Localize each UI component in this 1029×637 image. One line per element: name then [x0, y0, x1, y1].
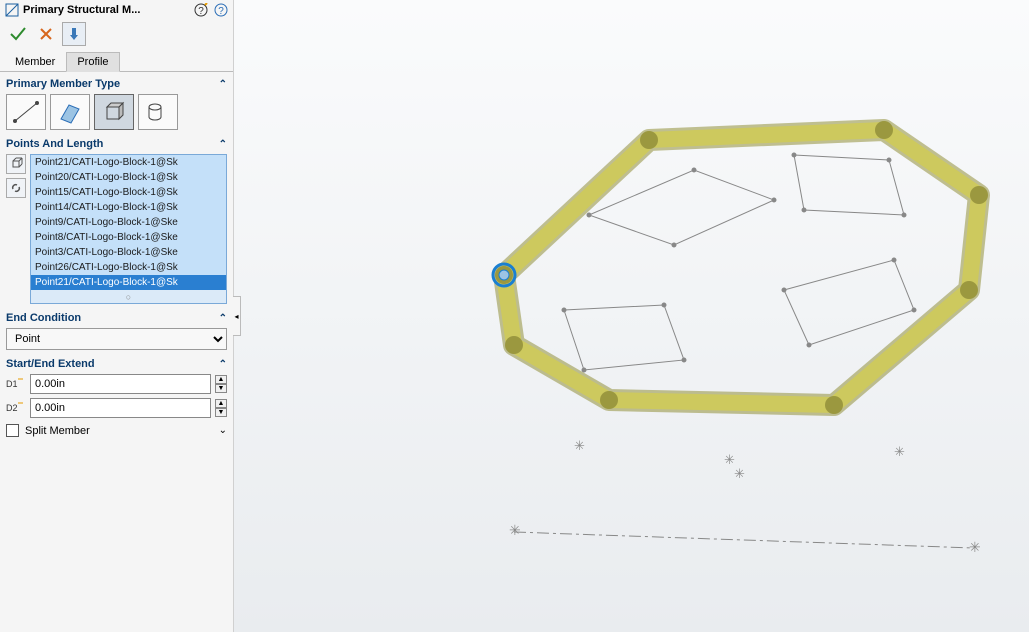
confirm-row — [0, 20, 233, 48]
chevron-up-icon: ⌃ — [219, 313, 227, 324]
d1-up-button[interactable]: ▲ — [215, 375, 227, 384]
panel-collapse-handle[interactable]: ◂ — [233, 296, 241, 336]
structural-octagon[interactable] — [493, 121, 988, 414]
split-member-row[interactable]: Split Member ⌄ — [0, 420, 233, 441]
chevron-up-icon: ⌃ — [219, 139, 227, 150]
svg-text:?: ? — [218, 6, 224, 17]
d1-icon: D1 — [6, 376, 26, 393]
svg-text:✳: ✳ — [894, 444, 905, 459]
structural-member-icon — [4, 2, 20, 18]
cancel-button[interactable] — [34, 22, 58, 46]
list-item[interactable]: Point20/CATI-Logo-Block-1@Sk — [31, 170, 226, 185]
tabs: Member Profile — [0, 52, 233, 72]
member-type-buttons — [0, 92, 233, 132]
d2-down-button[interactable]: ▼ — [215, 408, 227, 417]
list-resize-handle[interactable]: ○ — [31, 290, 226, 304]
end-condition-select[interactable]: Point — [6, 328, 227, 350]
chevron-down-icon: ⌄ — [219, 425, 227, 436]
help-tooltip-icon[interactable]: ? — [193, 2, 209, 18]
svg-text:✳: ✳ — [734, 466, 745, 481]
list-item[interactable]: Point21/CATI-Logo-Block-1@Sk — [31, 275, 226, 290]
list-item[interactable]: Point9/CATI-Logo-Block-1@Ske — [31, 215, 226, 230]
d1-input[interactable] — [30, 374, 211, 394]
panel-title: Primary Structural M... — [23, 4, 193, 16]
section-extend-label: Start/End Extend — [6, 358, 95, 370]
section-member-type-label: Primary Member Type — [6, 78, 120, 90]
member-type-cylinder-button[interactable] — [138, 94, 178, 130]
pin-button[interactable] — [62, 22, 86, 46]
link-icon[interactable] — [6, 178, 26, 198]
cube-icon[interactable] — [6, 154, 26, 174]
list-item[interactable]: Point14/CATI-Logo-Block-1@Sk — [31, 200, 226, 215]
d1-down-button[interactable]: ▼ — [215, 384, 227, 393]
ok-button[interactable] — [6, 22, 30, 46]
svg-text:✳: ✳ — [509, 522, 521, 538]
chevron-up-icon: ⌃ — [219, 359, 227, 370]
points-list[interactable]: Point21/CATI-Logo-Block-1@Sk Point20/CAT… — [30, 154, 227, 304]
member-type-line-button[interactable] — [6, 94, 46, 130]
svg-text:D2: D2 — [6, 403, 18, 413]
section-end-condition-label: End Condition — [6, 312, 81, 324]
section-points-header[interactable]: Points And Length ⌃ — [0, 132, 233, 152]
section-member-type-header[interactable]: Primary Member Type ⌃ — [0, 72, 233, 92]
split-member-label: Split Member — [25, 425, 90, 437]
list-item[interactable]: Point21/CATI-Logo-Block-1@Sk — [31, 155, 226, 170]
section-end-condition-header[interactable]: End Condition ⌃ — [0, 306, 233, 326]
section-points-label: Points And Length — [6, 138, 103, 150]
d2-up-button[interactable]: ▲ — [215, 399, 227, 408]
list-item[interactable]: Point8/CATI-Logo-Block-1@Ske — [31, 230, 226, 245]
points-row: Point21/CATI-Logo-Block-1@Sk Point20/CAT… — [0, 152, 233, 306]
list-item[interactable]: Point26/CATI-Logo-Block-1@Sk — [31, 260, 226, 275]
list-item[interactable]: Point3/CATI-Logo-Block-1@Ske — [31, 245, 226, 260]
svg-text:✳: ✳ — [724, 452, 735, 467]
sketch-centerline: ✳ ✳ — [509, 522, 981, 555]
split-member-checkbox[interactable] — [6, 424, 19, 437]
3d-viewport[interactable]: ◂ — [234, 0, 1029, 632]
list-item[interactable]: Point15/CATI-Logo-Block-1@Sk — [31, 185, 226, 200]
member-type-box-button[interactable] — [94, 94, 134, 130]
tab-member[interactable]: Member — [4, 52, 66, 71]
d2-icon: D2 — [6, 400, 26, 417]
svg-text:✳: ✳ — [969, 539, 981, 555]
svg-text:✳: ✳ — [574, 438, 585, 453]
sketch-points: ✳ ✳ ✳ ✳ — [574, 438, 905, 481]
svg-text:D1: D1 — [6, 379, 18, 389]
tab-profile[interactable]: Profile — [66, 52, 119, 72]
section-extend-header[interactable]: Start/End Extend ⌃ — [0, 352, 233, 372]
chevron-up-icon: ⌃ — [219, 79, 227, 90]
property-panel: Primary Structural M... ? ? Member Profi… — [0, 0, 234, 632]
panel-title-row: Primary Structural M... ? ? — [0, 0, 233, 20]
help-icon[interactable]: ? — [213, 2, 229, 18]
member-type-plane-button[interactable] — [50, 94, 90, 130]
d2-input[interactable] — [30, 398, 211, 418]
svg-text:?: ? — [198, 6, 204, 17]
